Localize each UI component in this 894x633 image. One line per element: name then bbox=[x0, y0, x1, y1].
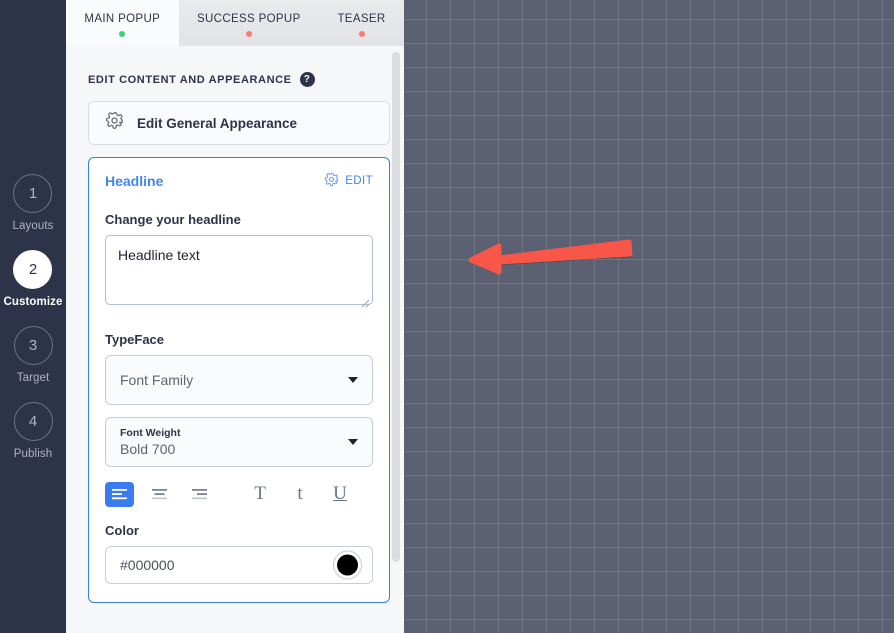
step-label: Customize bbox=[3, 295, 63, 308]
step-label: Target bbox=[16, 371, 50, 384]
align-left-button[interactable] bbox=[105, 481, 134, 507]
headline-field-label: Change your headline bbox=[105, 212, 241, 227]
font-family-select[interactable]: Font Family bbox=[105, 355, 373, 405]
step-rail: 1 Layouts 2 Customize 3 Target 4 Publish bbox=[0, 0, 66, 633]
align-left-icon bbox=[112, 488, 127, 499]
edit-general-appearance-button[interactable]: Edit General Appearance bbox=[88, 101, 390, 145]
tab-label: TEASER bbox=[337, 12, 386, 25]
step-customize[interactable]: 2 Customize bbox=[3, 249, 63, 308]
align-right-icon bbox=[192, 488, 207, 499]
section-header: EDIT CONTENT AND APPEARANCE ? bbox=[88, 72, 390, 87]
lowercase-button[interactable]: t bbox=[287, 481, 313, 507]
font-weight-value: Bold 700 bbox=[120, 440, 176, 457]
typeface-label: TypeFace bbox=[105, 332, 165, 347]
tab-label: MAIN POPUP bbox=[84, 12, 161, 25]
step-label: Layouts bbox=[12, 219, 54, 232]
app-root: 1 Layouts 2 Customize 3 Target 4 Publish… bbox=[0, 0, 894, 633]
color-input-wrapper[interactable]: #000000 bbox=[105, 546, 373, 584]
edit-general-appearance-label: Edit General Appearance bbox=[137, 115, 298, 131]
tab-success-popup[interactable]: SUCCESS POPUP bbox=[178, 0, 320, 46]
step-layouts[interactable]: 1 Layouts bbox=[12, 173, 54, 232]
step-publish[interactable]: 4 Publish bbox=[13, 401, 53, 460]
headline-card-header: Headline EDIT bbox=[105, 172, 373, 190]
section-title-text: EDIT CONTENT AND APPEARANCE bbox=[88, 73, 292, 86]
gear-icon bbox=[105, 111, 124, 135]
color-hex-value: #000000 bbox=[120, 557, 175, 573]
chevron-down-icon bbox=[348, 377, 358, 383]
step-number: 4 bbox=[13, 401, 53, 441]
editor-panel: MAIN POPUP SUCCESS POPUP TEASER EDIT CON… bbox=[66, 0, 404, 633]
tab-teaser[interactable]: TEASER bbox=[319, 0, 404, 46]
color-swatch-dot bbox=[337, 554, 358, 576]
underline-button[interactable]: U bbox=[327, 481, 353, 507]
font-weight-label: Font Weight bbox=[120, 426, 181, 439]
headline-input[interactable] bbox=[105, 235, 373, 305]
align-center-button[interactable] bbox=[145, 482, 174, 507]
scrollbar-thumb[interactable] bbox=[392, 52, 400, 562]
color-section: Color #000000 bbox=[105, 523, 373, 584]
headline-textarea-wrapper bbox=[105, 235, 373, 310]
align-right-button[interactable] bbox=[185, 482, 214, 507]
panel-scroll-area: EDIT CONTENT AND APPEARANCE ? Edit Gener… bbox=[66, 46, 404, 633]
tab-main-popup[interactable]: MAIN POPUP bbox=[66, 0, 179, 46]
popup-tabs: MAIN POPUP SUCCESS POPUP TEASER bbox=[66, 0, 404, 46]
step-number: 3 bbox=[13, 325, 53, 365]
step-number: 2 bbox=[13, 249, 53, 289]
status-dot-red bbox=[358, 30, 365, 37]
annotation-arrow-icon bbox=[468, 239, 633, 275]
tab-label: SUCCESS POPUP bbox=[196, 12, 301, 25]
align-center-icon bbox=[152, 488, 167, 499]
status-dot-red bbox=[245, 30, 252, 37]
popup-preview-canvas[interactable] bbox=[404, 0, 894, 633]
gear-icon bbox=[324, 172, 339, 190]
headline-card-title: Headline bbox=[105, 173, 164, 189]
font-family-value: Font Family bbox=[120, 372, 194, 388]
color-swatch-button[interactable] bbox=[333, 550, 362, 580]
font-weight-select[interactable]: Font Weight Bold 700 bbox=[105, 417, 373, 467]
headline-edit-label: EDIT bbox=[345, 175, 373, 187]
text-format-toolbar: T t U bbox=[105, 481, 373, 507]
step-target[interactable]: 3 Target bbox=[13, 325, 53, 384]
chevron-down-icon bbox=[348, 439, 358, 445]
uppercase-button[interactable]: T bbox=[247, 481, 273, 507]
help-icon[interactable]: ? bbox=[299, 72, 315, 87]
headline-edit-button[interactable]: EDIT bbox=[324, 172, 373, 190]
step-number: 1 bbox=[13, 173, 53, 213]
step-label: Publish bbox=[13, 447, 53, 460]
status-dot-green bbox=[119, 30, 126, 37]
panel-scrollbar[interactable] bbox=[392, 52, 400, 608]
color-label: Color bbox=[105, 523, 139, 538]
headline-card: Headline EDIT Change your headline Headl… bbox=[88, 157, 390, 603]
